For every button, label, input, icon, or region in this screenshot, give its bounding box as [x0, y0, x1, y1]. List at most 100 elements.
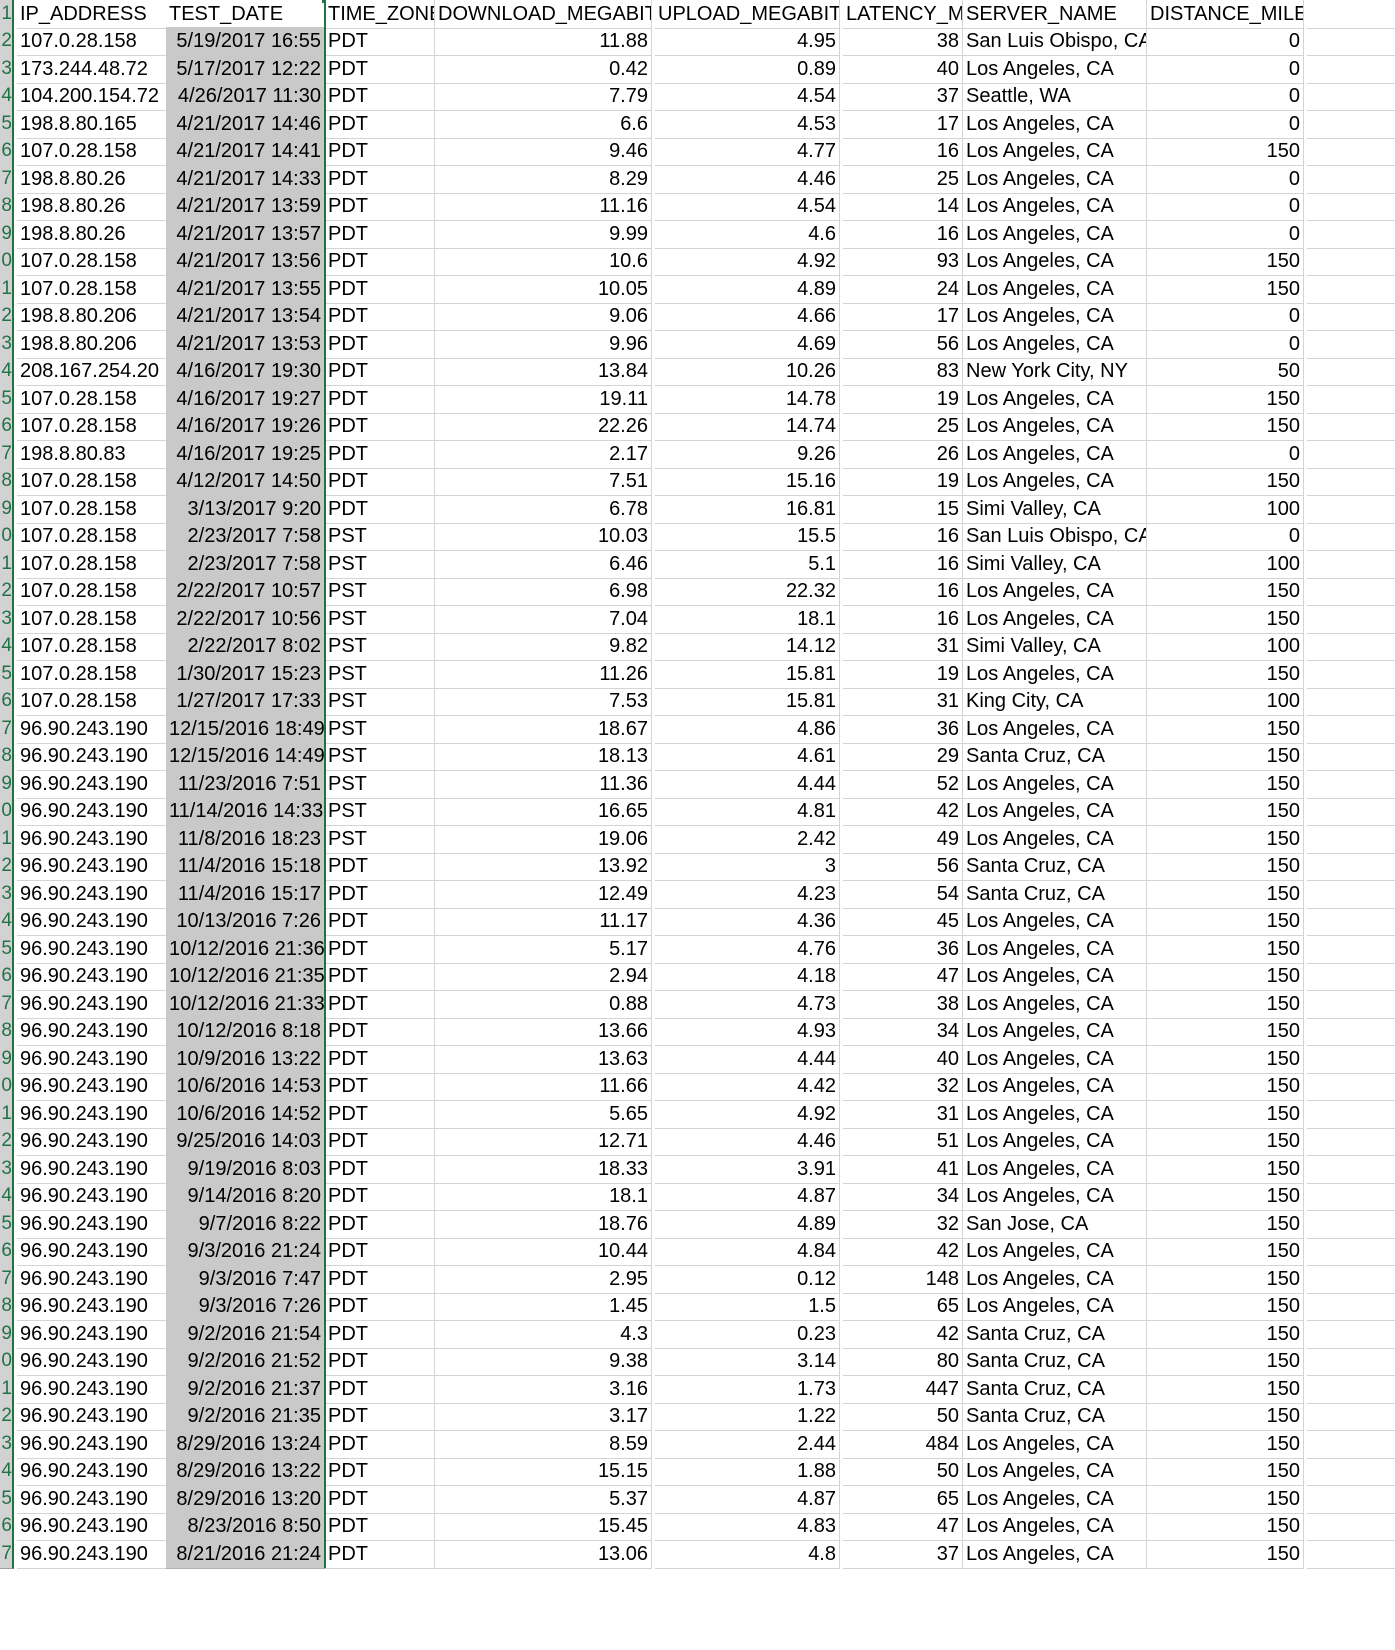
- row-number[interactable]: 2: [0, 302, 14, 331]
- time-zone-cell[interactable]: PST: [325, 605, 435, 634]
- distance-miles-cell[interactable]: 150: [1147, 1320, 1304, 1349]
- download-megabits-cell[interactable]: 7.04: [435, 605, 652, 634]
- time-zone-cell[interactable]: PDT: [325, 1512, 435, 1541]
- row-number[interactable]: 3: [0, 1430, 14, 1459]
- download-megabits-cell[interactable]: 9.96: [435, 330, 652, 359]
- test-date-cell[interactable]: 8/29/2016 13:24: [166, 1430, 326, 1459]
- empty-cell[interactable]: [1307, 1540, 1395, 1569]
- server-name-cell[interactable]: Los Angeles, CA: [963, 137, 1147, 166]
- distance-miles-cell[interactable]: 150: [1147, 1210, 1304, 1239]
- time-zone-cell[interactable]: PDT: [325, 110, 435, 139]
- empty-cell[interactable]: [1307, 220, 1395, 249]
- latency-ms-cell[interactable]: 34: [843, 1182, 963, 1211]
- download-megabits-cell[interactable]: 3.16: [435, 1375, 652, 1404]
- download-megabits-cell[interactable]: 22.26: [435, 412, 652, 441]
- time-zone-cell[interactable]: PDT: [325, 275, 435, 304]
- test-date-cell[interactable]: 11/4/2016 15:17: [166, 880, 326, 909]
- ip-address-cell[interactable]: 96.90.243.190: [17, 1017, 169, 1046]
- download-megabits-cell[interactable]: 19.11: [435, 385, 652, 414]
- server-name-cell[interactable]: San Jose, CA: [963, 1210, 1147, 1239]
- latency-ms-cell[interactable]: 42: [843, 1237, 963, 1266]
- ip-address-cell[interactable]: 107.0.28.158: [17, 660, 169, 689]
- ip-address-cell[interactable]: 96.90.243.190: [17, 1402, 169, 1431]
- column-header-server-name[interactable]: SERVER_NAME: [963, 0, 1147, 29]
- latency-ms-cell[interactable]: 447: [843, 1375, 963, 1404]
- ip-address-cell[interactable]: 96.90.243.190: [17, 770, 169, 799]
- latency-ms-cell[interactable]: 31: [843, 1100, 963, 1129]
- ip-address-cell[interactable]: 96.90.243.190: [17, 742, 169, 771]
- time-zone-cell[interactable]: PDT: [325, 1237, 435, 1266]
- row-number[interactable]: 9: [0, 220, 14, 249]
- empty-cell[interactable]: [1307, 550, 1395, 579]
- distance-miles-cell[interactable]: 150: [1147, 797, 1304, 826]
- upload-megabits-cell[interactable]: 4.95: [655, 27, 840, 56]
- distance-miles-cell[interactable]: 150: [1147, 467, 1304, 496]
- test-date-cell[interactable]: 2/22/2017 8:02: [166, 632, 326, 661]
- distance-miles-cell[interactable]: 150: [1147, 852, 1304, 881]
- download-megabits-cell[interactable]: 11.26: [435, 660, 652, 689]
- row-number[interactable]: 4: [0, 1182, 14, 1211]
- test-date-cell[interactable]: 2/23/2017 7:58: [166, 522, 326, 551]
- empty-cell[interactable]: [1307, 852, 1395, 881]
- distance-miles-cell[interactable]: 150: [1147, 1457, 1304, 1486]
- server-name-cell[interactable]: Los Angeles, CA: [963, 1155, 1147, 1184]
- distance-miles-cell[interactable]: 0: [1147, 302, 1304, 331]
- distance-miles-cell[interactable]: 150: [1147, 962, 1304, 991]
- time-zone-cell[interactable]: PDT: [325, 1540, 435, 1569]
- ip-address-cell[interactable]: 107.0.28.158: [17, 687, 169, 716]
- time-zone-cell[interactable]: PDT: [325, 1127, 435, 1156]
- test-date-cell[interactable]: 3/13/2017 9:20: [166, 495, 326, 524]
- upload-megabits-cell[interactable]: 2.42: [655, 825, 840, 854]
- row-number[interactable]: 4: [0, 1457, 14, 1486]
- ip-address-cell[interactable]: 107.0.28.158: [17, 605, 169, 634]
- empty-cell[interactable]: [1307, 440, 1395, 469]
- download-megabits-cell[interactable]: 18.33: [435, 1155, 652, 1184]
- ip-address-cell[interactable]: 96.90.243.190: [17, 1512, 169, 1541]
- server-name-cell[interactable]: Los Angeles, CA: [963, 110, 1147, 139]
- server-name-cell[interactable]: Los Angeles, CA: [963, 412, 1147, 441]
- upload-megabits-cell[interactable]: 14.78: [655, 385, 840, 414]
- test-date-cell[interactable]: 10/13/2016 7:26: [166, 907, 326, 936]
- row-number[interactable]: 7: [0, 440, 14, 469]
- latency-ms-cell[interactable]: 47: [843, 1512, 963, 1541]
- upload-megabits-cell[interactable]: 3: [655, 852, 840, 881]
- empty-cell[interactable]: [1307, 165, 1395, 194]
- server-name-cell[interactable]: New York City, NY: [963, 357, 1147, 386]
- empty-cell[interactable]: [1307, 742, 1395, 771]
- upload-megabits-cell[interactable]: 4.36: [655, 907, 840, 936]
- latency-ms-cell[interactable]: 16: [843, 522, 963, 551]
- upload-megabits-cell[interactable]: 16.81: [655, 495, 840, 524]
- test-date-cell[interactable]: 11/14/2016 14:33: [166, 797, 326, 826]
- download-megabits-cell[interactable]: 5.17: [435, 935, 652, 964]
- row-number[interactable]: 6: [0, 137, 14, 166]
- download-megabits-cell[interactable]: 13.92: [435, 852, 652, 881]
- empty-cell[interactable]: [1307, 1512, 1395, 1541]
- distance-miles-cell[interactable]: 0: [1147, 27, 1304, 56]
- test-date-cell[interactable]: 4/16/2017 19:25: [166, 440, 326, 469]
- upload-megabits-cell[interactable]: 4.54: [655, 82, 840, 111]
- upload-megabits-cell[interactable]: 1.5: [655, 1292, 840, 1321]
- time-zone-cell[interactable]: PDT: [325, 330, 435, 359]
- download-megabits-cell[interactable]: 2.95: [435, 1265, 652, 1294]
- latency-ms-cell[interactable]: 15: [843, 495, 963, 524]
- ip-address-cell[interactable]: 96.90.243.190: [17, 1320, 169, 1349]
- upload-megabits-cell[interactable]: 4.53: [655, 110, 840, 139]
- latency-ms-cell[interactable]: 38: [843, 27, 963, 56]
- download-megabits-cell[interactable]: 11.17: [435, 907, 652, 936]
- row-number[interactable]: 4: [0, 82, 14, 111]
- row-number[interactable]: 8: [0, 192, 14, 221]
- time-zone-cell[interactable]: PDT: [325, 192, 435, 221]
- empty-cell[interactable]: [1307, 1375, 1395, 1404]
- server-name-cell[interactable]: Los Angeles, CA: [963, 1045, 1147, 1074]
- distance-miles-cell[interactable]: 150: [1147, 715, 1304, 744]
- latency-ms-cell[interactable]: 40: [843, 1045, 963, 1074]
- distance-miles-cell[interactable]: 150: [1147, 1347, 1304, 1376]
- row-number[interactable]: 2: [0, 1127, 14, 1156]
- upload-megabits-cell[interactable]: 15.5: [655, 522, 840, 551]
- selection-handle[interactable]: [322, 0, 325, 3]
- download-megabits-cell[interactable]: 9.46: [435, 137, 652, 166]
- column-header-ip-address[interactable]: IP_ADDRESS: [17, 0, 169, 29]
- time-zone-cell[interactable]: PST: [325, 825, 435, 854]
- row-number[interactable]: 9: [0, 770, 14, 799]
- empty-cell[interactable]: [1307, 880, 1395, 909]
